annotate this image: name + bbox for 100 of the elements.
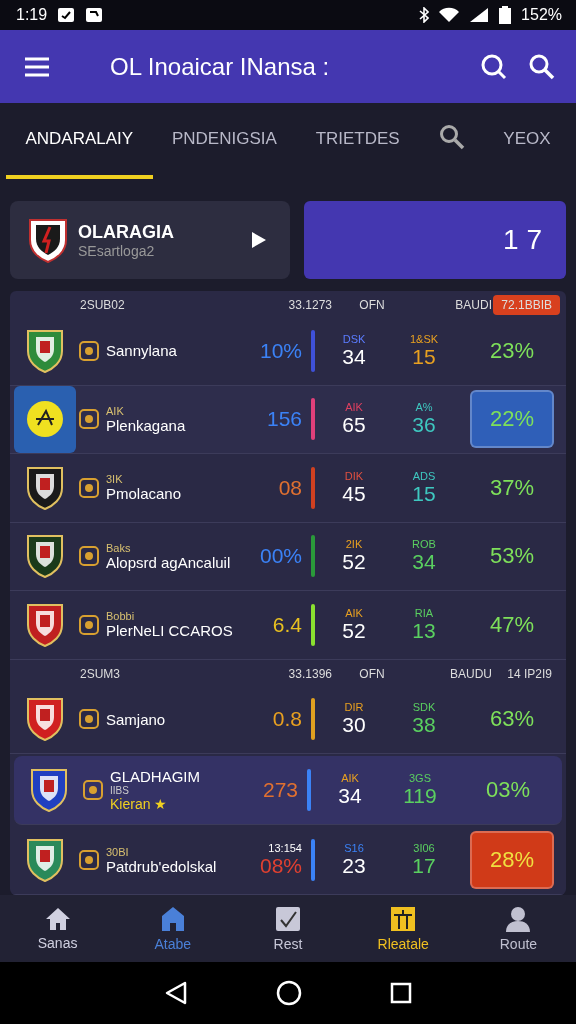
stat-value: 30 xyxy=(342,713,366,738)
stat-label: S16 xyxy=(344,842,364,855)
search-icon[interactable] xyxy=(528,52,556,81)
battery-icon xyxy=(499,6,512,24)
percent-value: 23% xyxy=(488,336,535,365)
home-circle-icon[interactable] xyxy=(276,980,302,1006)
team-name: OLARAGIA xyxy=(78,221,175,243)
stat-value: 65 xyxy=(342,413,366,438)
menu-icon[interactable] xyxy=(24,56,50,77)
nav-item[interactable]: Sanas xyxy=(0,895,116,962)
stat-label: AIK xyxy=(345,401,363,414)
badge-icon xyxy=(78,476,100,499)
stat-label: 3GS xyxy=(409,771,431,784)
stat-label: ROB xyxy=(412,538,436,551)
stat-value: 17 xyxy=(412,854,436,879)
team-row[interactable]: Bobbi PlerNeLI CCAROS 6.4 AIK 52 RIA 13 47% xyxy=(10,591,566,660)
team-name: Pmolacano xyxy=(106,485,183,503)
column-header: 72.1BBIB xyxy=(493,295,560,315)
score-value: 1 7 xyxy=(503,224,542,256)
back-icon[interactable] xyxy=(164,981,188,1005)
nav-item[interactable]: Route xyxy=(460,895,576,962)
nav-item[interactable]: Atabe xyxy=(115,895,231,962)
team-row[interactable]: Sannylana 10% DSK 34 1&SK 15 23% xyxy=(10,317,566,386)
team-name: Patdrub'edolskal xyxy=(106,857,218,875)
signal-icon xyxy=(469,7,490,23)
tab[interactable]: YEOX xyxy=(483,103,570,179)
stat-label: A% xyxy=(415,401,433,414)
team-name: Plenkagana xyxy=(106,416,187,434)
team-tag: Bobbi xyxy=(106,610,238,623)
team-tag: 30BI xyxy=(106,845,238,858)
team-row[interactable]: GLADHAGIM IIBS Kieran ★ 273 AIK 34 3GS 119 03% xyxy=(14,756,562,825)
team-row[interactable]: Samjano 0.8 DIR 30 SDK 38 63% xyxy=(10,685,566,754)
badge-icon xyxy=(78,408,100,431)
percent-value: 37% xyxy=(488,473,535,502)
badge-icon xyxy=(78,339,100,362)
team-tag: AIK xyxy=(106,404,238,417)
stat-value: 273 xyxy=(262,777,298,802)
tab[interactable]: ANDARALAIY xyxy=(6,103,153,179)
stat-value: 52 xyxy=(342,550,366,575)
column-header: 2SUB02 xyxy=(80,298,126,312)
badge-icon xyxy=(78,613,100,636)
featured-card[interactable]: OLARAGIA SEsartloga2 xyxy=(10,201,290,279)
percent-value: 03% xyxy=(484,775,531,804)
stat-value: 00% xyxy=(259,544,302,569)
column-header: 14 IP2I9 xyxy=(506,665,553,683)
column-header: OFN xyxy=(358,298,386,312)
stat-value: 34 xyxy=(338,783,362,808)
team-row[interactable]: Baks Alopsrd agAncaluil 00% 2IK 52 ROB 34 53% xyxy=(10,522,566,591)
recents-icon[interactable] xyxy=(390,982,412,1004)
team-row[interactable]: 30BI Patdrub'edolskal 13:154 08% S16 23 3I06 17 28% xyxy=(10,826,566,895)
team-tag: Baks xyxy=(106,541,238,554)
badge-icon xyxy=(78,708,100,731)
stat-value: 34 xyxy=(412,550,436,575)
stat-value: 6.4 xyxy=(272,612,302,637)
team-subtitle: Kieran ★ xyxy=(110,795,169,812)
column-header: OFN xyxy=(358,666,386,681)
percent-value: 47% xyxy=(488,610,535,639)
notification-icon xyxy=(85,7,104,23)
stat-value: 15 xyxy=(412,481,436,506)
stat-label: DIR xyxy=(344,701,364,714)
stat-label: DIK xyxy=(344,469,364,482)
stat-value: 156 xyxy=(266,407,302,432)
team-name: Alopsrd agAncaluil xyxy=(106,553,232,571)
tab[interactable]: PNDENIGSIA xyxy=(152,103,297,179)
status-time: 1:19 xyxy=(16,6,48,24)
stat-label: SDK xyxy=(412,701,436,714)
stat-label: ADS xyxy=(412,469,436,482)
stat-label: DSK xyxy=(342,332,366,345)
stat-label: AIK xyxy=(345,606,363,619)
badge-icon xyxy=(82,778,104,801)
column-header: 33.1273 xyxy=(287,298,333,312)
percent-value: 22% xyxy=(489,406,534,432)
wifi-icon xyxy=(439,7,460,23)
stat-value: 0.8 xyxy=(272,707,302,732)
nav-item[interactable]: Rest xyxy=(230,895,346,962)
stat-label: RIA xyxy=(414,606,434,619)
stat-value: 10% xyxy=(259,338,302,363)
stat-value: 13 xyxy=(412,618,436,643)
column-header: BAUDU xyxy=(449,666,492,681)
team-tag: 3IK xyxy=(106,473,238,486)
search-icon xyxy=(438,123,465,150)
bluetooth-icon xyxy=(419,7,430,23)
team-note: IIBS xyxy=(110,784,130,796)
stat-value: 119 xyxy=(403,783,437,808)
crest-icon xyxy=(28,217,68,263)
tab[interactable]: TRIETDES xyxy=(296,103,420,179)
team-row[interactable]: 3IK Pmolacano 08 DIK 45 ADS 15 37% xyxy=(10,454,566,523)
stat-value: 08 xyxy=(278,475,302,500)
nav-item[interactable]: Rleatale xyxy=(345,895,461,962)
percent-value: 63% xyxy=(488,705,535,734)
search-icon[interactable] xyxy=(480,52,508,81)
stat-value: 52 xyxy=(342,618,366,643)
stat-value: 45 xyxy=(342,481,366,506)
team-row[interactable]: AIK Plenkagana 156 AIK 65 A% 36 22% xyxy=(10,385,566,454)
stat-value: 15 xyxy=(412,344,436,369)
stat-value: 36 xyxy=(412,413,436,438)
play-icon[interactable] xyxy=(252,232,266,248)
stat-value: 34 xyxy=(342,344,366,369)
column-header: 2SUM3 xyxy=(80,666,121,681)
team-name: GLADHAGIM xyxy=(110,767,201,785)
